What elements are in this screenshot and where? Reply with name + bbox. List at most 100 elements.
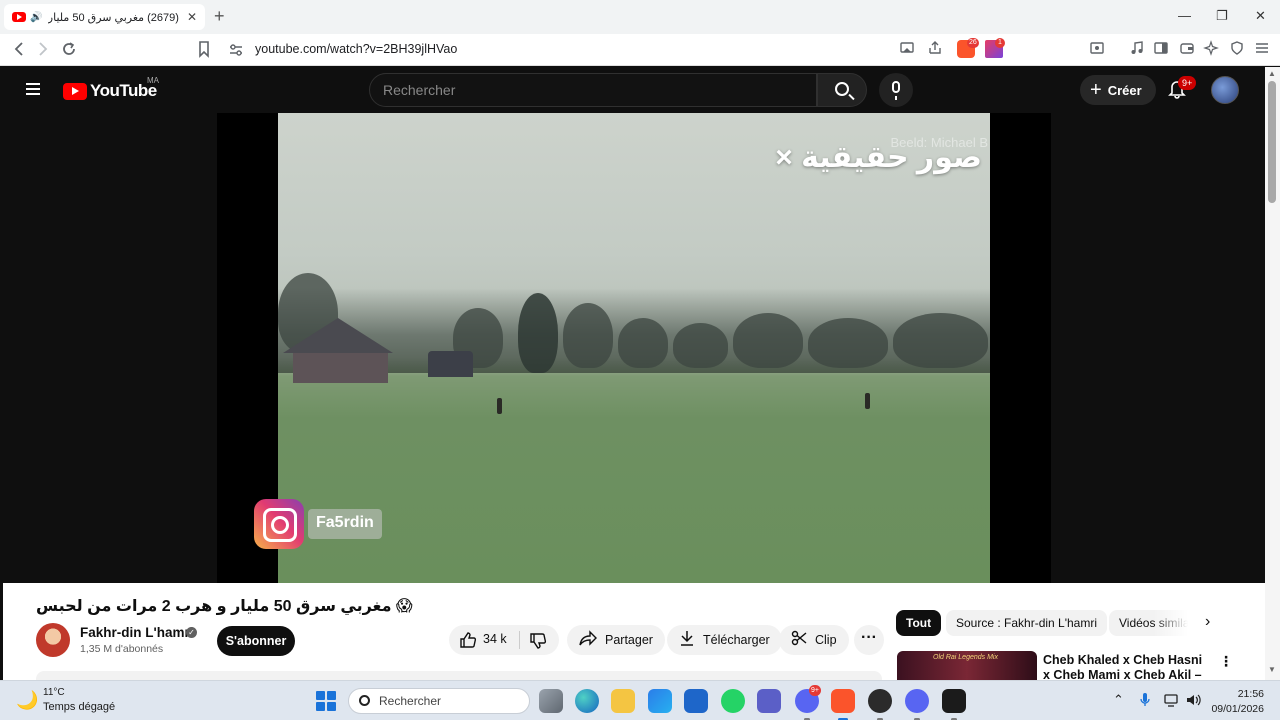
steam-icon[interactable] xyxy=(868,689,892,720)
video-house-roof xyxy=(283,318,393,353)
related-video-menu-icon[interactable]: ⋮ xyxy=(1219,653,1233,670)
video-tree xyxy=(618,318,668,368)
leo-ai-icon[interactable] xyxy=(1203,40,1219,60)
scroll-down-arrow-icon[interactable]: ▼ xyxy=(1268,665,1276,674)
video-person xyxy=(497,398,502,414)
wallet-icon[interactable] xyxy=(1179,40,1195,60)
discord-icon[interactable]: 9+ xyxy=(795,685,821,720)
edge-browser-icon[interactable] xyxy=(575,689,599,713)
page-scrollbar[interactable]: ▲ ▼ xyxy=(1265,67,1280,680)
related-video-thumbnail[interactable]: Old Rai Legends Mix xyxy=(897,651,1037,680)
reload-icon[interactable] xyxy=(60,40,78,62)
video-tree xyxy=(893,313,988,368)
weather-moon-icon[interactable]: 🌙 xyxy=(16,690,38,711)
tray-overflow-icon[interactable]: ⌃ xyxy=(1113,692,1124,708)
share-page-icon[interactable] xyxy=(927,40,943,60)
guide-menu-icon[interactable] xyxy=(26,83,40,95)
window-close-button[interactable]: ✕ xyxy=(1255,8,1266,24)
clock-date: 09/01/2026 xyxy=(1211,703,1264,715)
weather-temperature[interactable]: 11°C xyxy=(43,687,65,698)
new-tab-button[interactable]: + xyxy=(214,6,225,27)
scrollbar-thumb[interactable] xyxy=(1268,81,1276,203)
channel-name[interactable]: Fakhr-din L'hamri xyxy=(80,625,193,640)
browser-tab-active[interactable]: 🔊 (2679) مغربي سرق 50 مليار و ✕ xyxy=(4,4,205,30)
search-icon xyxy=(835,82,849,96)
epic-games-icon[interactable] xyxy=(942,689,966,720)
video-person xyxy=(865,393,870,409)
more-actions-button[interactable]: ··· xyxy=(854,625,884,655)
search-input[interactable]: Rechercher xyxy=(369,73,817,107)
chips-next-arrow-icon[interactable]: › xyxy=(1205,613,1210,631)
subscriber-count: 1,35 M d'abonnés xyxy=(80,643,164,655)
video-farmhouse xyxy=(278,318,398,383)
video-player[interactable]: Beeld: Michael B صور حقيقية × Fa5rdin xyxy=(3,113,1265,583)
video-shed xyxy=(428,351,473,377)
subscribe-button[interactable]: S'abonner xyxy=(217,626,295,656)
window-maximize-button[interactable]: ❐ xyxy=(1216,8,1228,24)
back-icon[interactable] xyxy=(12,40,26,62)
video-tree xyxy=(808,318,888,368)
system-clock[interactable]: 21:56 09/01/2026 xyxy=(1208,687,1264,717)
screenshot-icon[interactable] xyxy=(1089,40,1105,60)
whatsapp-icon[interactable] xyxy=(721,689,745,713)
audio-playing-icon[interactable]: 🔊 xyxy=(30,12,42,23)
chip-source-channel[interactable]: Source : Fakhr-din L'hamri xyxy=(946,610,1108,636)
voice-search-button[interactable] xyxy=(879,73,913,107)
share-icon xyxy=(579,630,597,650)
create-button[interactable]: + Créer xyxy=(1080,75,1156,105)
like-divider xyxy=(519,631,520,649)
brave-browser-icon[interactable] xyxy=(831,689,855,720)
forward-icon[interactable] xyxy=(36,40,50,62)
browser-menu-icon[interactable] xyxy=(1254,40,1270,60)
cast-icon[interactable] xyxy=(899,40,915,60)
instagram-icon xyxy=(254,499,304,549)
video-frame[interactable]: Beeld: Michael B صور حقيقية × xyxy=(278,113,990,583)
volume-icon[interactable] xyxy=(1185,692,1201,711)
download-button[interactable]: Télécharger xyxy=(667,625,782,655)
notifications-badge: 9+ xyxy=(1178,76,1197,90)
dislike-icon[interactable] xyxy=(529,632,547,655)
chip-all[interactable]: Tout xyxy=(896,610,942,636)
like-button[interactable] xyxy=(459,631,477,654)
taskbar-search-input[interactable]: Rechercher xyxy=(348,688,530,714)
plus-icon: + xyxy=(1090,79,1102,101)
thumbnail-caption: Old Rai Legends Mix xyxy=(933,654,998,661)
related-video-title[interactable]: Cheb Khaled x Cheb Hasni x Cheb Mami x C… xyxy=(1043,653,1208,680)
account-avatar[interactable] xyxy=(1211,76,1239,104)
windows-start-icon[interactable] xyxy=(316,691,336,711)
share-label: Partager xyxy=(605,633,653,647)
site-info-icon[interactable] xyxy=(228,42,244,61)
search-button[interactable] xyxy=(817,73,867,107)
window-minimize-button[interactable]: — xyxy=(1178,8,1191,23)
mail-icon[interactable] xyxy=(684,689,708,713)
file-explorer-icon[interactable] xyxy=(611,689,635,713)
media-controls-icon[interactable] xyxy=(1129,40,1145,60)
bookmark-icon[interactable] xyxy=(197,40,211,62)
tab-close-icon[interactable]: ✕ xyxy=(187,10,197,24)
channel-avatar[interactable] xyxy=(36,623,70,657)
microsoft-store-icon[interactable] xyxy=(648,689,672,713)
description-card[interactable] xyxy=(36,671,882,680)
tray-microphone-icon[interactable] xyxy=(1139,692,1151,711)
scroll-up-arrow-icon[interactable]: ▲ xyxy=(1268,69,1276,78)
task-view-icon[interactable] xyxy=(539,689,563,713)
share-button[interactable]: Partager xyxy=(567,625,665,655)
sidebar-icon[interactable] xyxy=(1153,40,1169,60)
discord-badge: 9+ xyxy=(809,685,821,696)
create-label: Créer xyxy=(1107,82,1142,98)
youtube-logo[interactable]: YouTube MA xyxy=(63,76,159,101)
weather-description[interactable]: Temps dégagé xyxy=(43,701,115,713)
windows-taskbar: 🌙 11°C Temps dégagé Rechercher 9+ ⌃ 21:5… xyxy=(0,680,1280,720)
microphone-icon xyxy=(892,81,900,100)
vpn-icon[interactable] xyxy=(1229,40,1245,60)
youtube-favicon-icon xyxy=(12,12,26,22)
browser-toolbar: youtube.com/watch?v=2BH39jlHVao 26 1 xyxy=(0,34,1280,66)
video-overlay-caption: صور حقيقية × xyxy=(775,141,982,174)
video-tree xyxy=(673,323,728,368)
address-bar-url[interactable]: youtube.com/watch?v=2BH39jlHVao xyxy=(255,42,457,56)
clip-button[interactable]: Clip xyxy=(779,625,849,655)
teams-icon[interactable] xyxy=(757,689,781,713)
youtube-header: YouTube MA Rechercher + Créer 9+ xyxy=(3,67,1265,113)
discord-app-icon[interactable] xyxy=(905,689,929,720)
network-icon[interactable] xyxy=(1163,692,1179,711)
